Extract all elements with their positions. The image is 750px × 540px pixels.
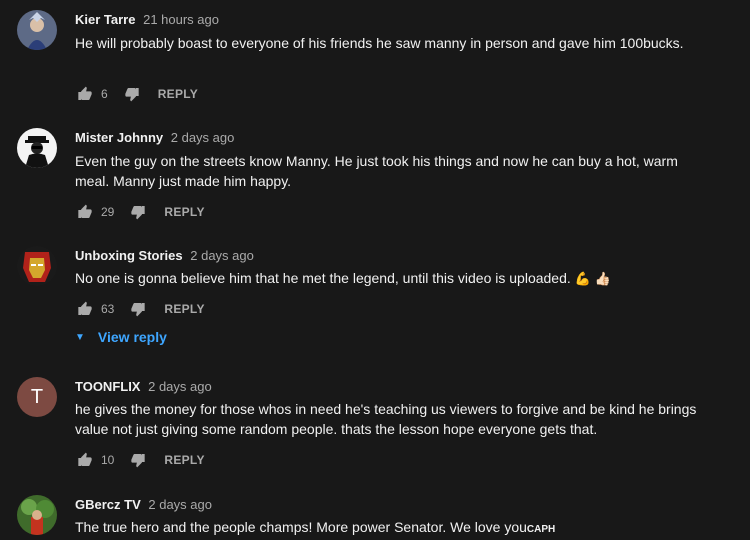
comment-author[interactable]: Unboxing Stories — [75, 248, 183, 263]
avatar[interactable] — [17, 10, 57, 50]
comment-time[interactable]: 2 days ago — [190, 248, 254, 263]
comment-text: he gives the money for those whos in nee… — [75, 401, 697, 437]
view-reply-button[interactable]: ▼ View reply — [75, 329, 167, 345]
comment-time[interactable]: 2 days ago — [148, 379, 212, 394]
reply-button[interactable]: REPLY — [164, 453, 204, 467]
reply-button[interactable]: REPLY — [164, 205, 204, 219]
thumbs-up-icon[interactable] — [75, 202, 95, 222]
thumbs-down-icon[interactable] — [122, 84, 142, 104]
comment-author[interactable]: TOONFLIX — [75, 379, 140, 394]
avatar[interactable] — [17, 246, 57, 286]
comment-author[interactable]: Mister Johnny — [75, 130, 163, 145]
comment-actions: 29 REPLY — [75, 202, 205, 222]
thumbs-up-icon[interactable] — [75, 84, 95, 104]
comment-actions: 6 REPLY — [75, 84, 198, 104]
comment-actions: 63 REPLY — [75, 299, 205, 319]
comment-author[interactable]: GBercz TV — [75, 497, 141, 512]
comment-text-body: The true hero and the people champs! Mor… — [75, 519, 527, 535]
avatar[interactable] — [17, 495, 57, 535]
comment-header: GBercz TV 2 days ago — [75, 497, 212, 512]
avatar[interactable]: T — [17, 377, 57, 417]
comment-time[interactable]: 2 days ago — [171, 130, 235, 145]
comment-text: The true hero and the people champs! Mor… — [75, 517, 715, 540]
thumbs-down-icon[interactable] — [128, 450, 148, 470]
like-count: 6 — [101, 87, 108, 101]
avatar[interactable] — [17, 128, 57, 168]
comment-header: Mister Johnny 2 days ago — [75, 130, 234, 145]
thumbs-up-icon[interactable] — [75, 450, 95, 470]
comment-actions: 10 REPLY — [75, 450, 205, 470]
comment-header: TOONFLIX 2 days ago — [75, 379, 212, 394]
comment-header: Kier Tarre 21 hours ago — [75, 12, 219, 27]
comment-time[interactable]: 2 days ago — [148, 497, 212, 512]
avatar-letter: T — [30, 385, 44, 408]
comment-text: No one is gonna believe him that he met … — [75, 268, 715, 289]
comment-header: Unboxing Stories 2 days ago — [75, 248, 254, 263]
comment-text-suffix: CAPH — [526, 524, 556, 535]
comment-emoji: 💪 👍🏻 — [574, 271, 611, 286]
comment-text: He will probably boast to everyone of hi… — [75, 35, 684, 51]
like-count: 63 — [101, 302, 115, 316]
chevron-down-icon: ▼ — [75, 331, 85, 343]
thumbs-down-icon[interactable] — [128, 299, 148, 319]
reply-button[interactable]: REPLY — [158, 87, 198, 101]
thumbs-up-icon[interactable] — [75, 299, 95, 319]
thumbs-down-icon[interactable] — [128, 202, 148, 222]
like-count: 10 — [101, 453, 115, 467]
comment-author[interactable]: Kier Tarre — [75, 12, 135, 27]
like-count: 29 — [101, 205, 115, 219]
comment-time[interactable]: 21 hours ago — [143, 12, 219, 27]
reply-button[interactable]: REPLY — [164, 302, 204, 316]
view-reply-label: View reply — [97, 329, 167, 345]
comment-text: Even the guy on the streets know Manny. … — [75, 153, 678, 189]
comment-text-body: No one is gonna believe him that he met … — [75, 270, 571, 286]
